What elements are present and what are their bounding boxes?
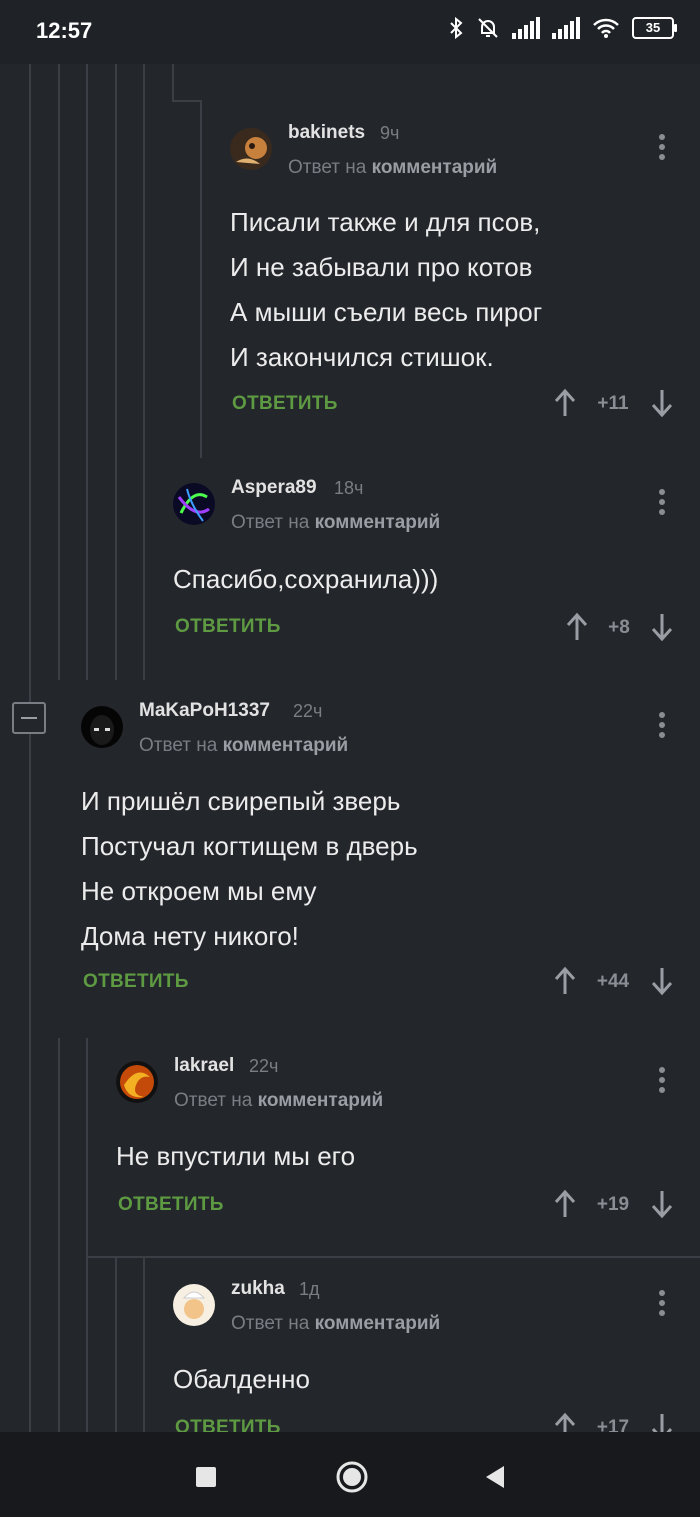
username[interactable]: bakinets xyxy=(288,122,365,144)
reply-button[interactable]: ОТВЕТИТЬ xyxy=(175,616,281,638)
downvote-arrow-icon[interactable] xyxy=(650,966,674,996)
circle-icon[interactable] xyxy=(332,1457,372,1497)
more-options-icon[interactable] xyxy=(658,1290,666,1318)
downvote-arrow-icon[interactable] xyxy=(650,388,674,418)
more-options-icon[interactable] xyxy=(658,712,666,740)
avatar[interactable] xyxy=(173,1284,215,1326)
comment-body: Обалденно xyxy=(173,1364,310,1394)
more-options-icon[interactable] xyxy=(658,134,666,162)
comment-time: 22ч xyxy=(249,1056,279,1076)
upvote-arrow-icon[interactable] xyxy=(565,612,589,642)
reply-to-info: Ответ на комментарий xyxy=(139,735,349,756)
avatar[interactable] xyxy=(230,128,272,170)
upvote-arrow-icon[interactable] xyxy=(553,388,577,418)
username[interactable]: MaKaPoH1337 xyxy=(139,700,270,722)
reply-to-link[interactable]: комментарий xyxy=(258,1090,384,1111)
reply-to-link[interactable]: комментарий xyxy=(372,157,498,178)
username[interactable]: zukha xyxy=(231,1278,285,1300)
collapse-thread-button[interactable] xyxy=(12,702,46,734)
status-time: 12:57 xyxy=(36,18,93,43)
comment-time: 18ч xyxy=(334,478,364,498)
triangle-back-icon[interactable] xyxy=(476,1457,516,1497)
more-options-icon[interactable] xyxy=(658,1067,666,1095)
bluetooth-icon xyxy=(450,16,463,40)
system-nav-bar xyxy=(0,1432,700,1517)
vote-score: +11 xyxy=(597,393,629,414)
reply-to-info: Ответ на комментарий xyxy=(231,1313,441,1334)
downvote-arrow-icon[interactable] xyxy=(650,1189,674,1219)
comment-time: 1д xyxy=(299,1279,320,1299)
comment-body: Спасибо,сохранила))) xyxy=(173,564,439,594)
downvote-arrow-icon[interactable] xyxy=(650,612,674,642)
username[interactable]: Aspera89 xyxy=(231,477,317,499)
reply-to-link[interactable]: комментарий xyxy=(315,512,441,533)
upvote-arrow-icon[interactable] xyxy=(553,1189,577,1219)
reply-to-info: Ответ на комментарий xyxy=(174,1090,384,1111)
status-icons: 35 xyxy=(448,16,677,40)
battery-icon: 35 xyxy=(632,17,677,39)
comment-time: 22ч xyxy=(293,701,323,721)
square-icon[interactable] xyxy=(186,1457,226,1497)
upvote-arrow-icon[interactable] xyxy=(553,966,577,996)
reply-to-link[interactable]: комментарий xyxy=(315,1313,441,1334)
bell-muted-icon xyxy=(478,18,498,38)
avatar[interactable] xyxy=(116,1061,158,1103)
comment-body: Писали также и для псов, И не забывали п… xyxy=(230,207,543,372)
reply-to-info: Ответ на комментарий xyxy=(231,512,441,533)
avatar[interactable] xyxy=(81,706,123,748)
reply-button[interactable]: ОТВЕТИТЬ xyxy=(118,1194,224,1216)
status-bar: 12:57 35 xyxy=(0,0,700,64)
signal-icon xyxy=(512,17,540,39)
comment-time: 9ч xyxy=(380,123,400,143)
reply-button[interactable]: ОТВЕТИТЬ xyxy=(232,393,338,415)
reply-button[interactable]: ОТВЕТИТЬ xyxy=(83,971,189,993)
vote-score: +19 xyxy=(596,1194,630,1215)
comment-body: И пришёл свирепый зверь Постучал когтище… xyxy=(81,786,418,951)
username[interactable]: lakrael xyxy=(174,1055,234,1077)
wifi-icon xyxy=(593,18,619,38)
vote-score: +44 xyxy=(596,971,630,992)
comment-body: Не впустили мы его xyxy=(116,1141,356,1171)
reply-to-info: Ответ на комментарий xyxy=(288,157,498,178)
vote-score: +8 xyxy=(608,617,630,638)
avatar[interactable] xyxy=(173,483,215,525)
more-options-icon[interactable] xyxy=(658,489,666,517)
signal-icon-2 xyxy=(552,17,580,39)
reply-to-link[interactable]: комментарий xyxy=(223,735,349,756)
